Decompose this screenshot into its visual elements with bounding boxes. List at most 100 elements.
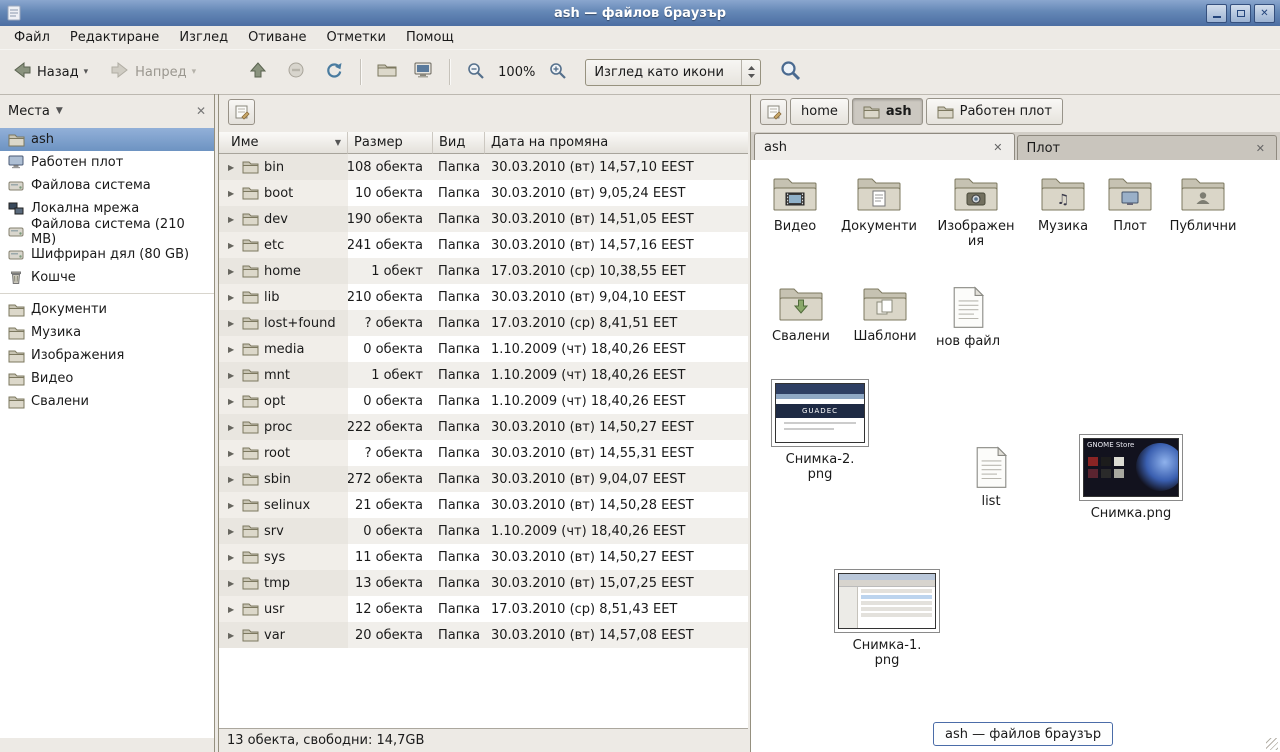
expander-icon[interactable]: ▶ (228, 475, 237, 484)
tab-Плот[interactable]: Плот✕ (1017, 135, 1278, 160)
expander-icon[interactable]: ▶ (228, 189, 237, 198)
sidebar-item[interactable]: Файлова система (0, 174, 214, 197)
stop-button[interactable] (280, 55, 312, 89)
expander-icon[interactable]: ▶ (228, 319, 237, 328)
expander-icon[interactable]: ▶ (228, 215, 237, 224)
icon-view-item[interactable]: Документи (835, 176, 923, 234)
maximize-button[interactable] (1230, 4, 1251, 23)
back-button[interactable]: Назад ▾ (6, 55, 94, 89)
expander-icon[interactable]: ▶ (228, 267, 237, 276)
icon-view[interactable]: ВидеоДокументиИзображения♫МузикаПлотПубл… (751, 160, 1280, 752)
sidebar-item[interactable]: Шифриран дял (80 GB) (0, 243, 214, 266)
icon-view-item[interactable]: GNOME StoreСнимка.png (1079, 434, 1183, 521)
tree-row[interactable]: ▶lost+found? обектаПапка17.03.2010 (ср) … (219, 310, 748, 336)
tree-row[interactable]: ▶opt0 обектаПапка1.10.2009 (чт) 18,40,26… (219, 388, 748, 414)
expander-icon[interactable]: ▶ (228, 423, 237, 432)
tree-row[interactable]: ▶root? обектаПапка30.03.2010 (вт) 14,55,… (219, 440, 748, 466)
sidebar-item[interactable]: Кошче (0, 266, 214, 289)
sidebar-item[interactable]: Изображения (0, 344, 214, 367)
tab-ash[interactable]: ash✕ (754, 133, 1015, 160)
tree-row[interactable]: ▶lib210 обектаПапка30.03.2010 (вт) 9,04,… (219, 284, 748, 310)
expander-icon[interactable]: ▶ (228, 449, 237, 458)
tree-row[interactable]: ▶mnt1 обектПапка1.10.2009 (чт) 18,40,26 … (219, 362, 748, 388)
tree-row[interactable]: ▶proc222 обектаПапка30.03.2010 (вт) 14,5… (219, 414, 748, 440)
menu-view[interactable]: Изглед (169, 28, 238, 47)
expander-icon[interactable]: ▶ (228, 163, 237, 172)
forward-button[interactable]: Напред ▾ (104, 55, 202, 89)
expander-icon[interactable]: ▶ (228, 501, 237, 510)
tab-close-icon[interactable]: ✕ (991, 141, 1004, 154)
expander-icon[interactable]: ▶ (228, 527, 237, 536)
sidebar-mode-dropdown-icon[interactable]: ▼ (56, 106, 63, 116)
expander-icon[interactable]: ▶ (228, 241, 237, 250)
column-header[interactable]: Размер (348, 132, 433, 154)
icon-view-item[interactable]: GUADECСнимка-2.png (770, 379, 870, 482)
icon-view-item[interactable]: Свалени (757, 286, 845, 344)
icon-view-item[interactable]: Снимка-1.png (834, 569, 940, 668)
up-button[interactable] (242, 55, 274, 89)
expander-icon[interactable]: ▶ (228, 293, 237, 302)
column-header[interactable]: Име▼ (219, 132, 348, 154)
breadcrumb-button[interactable]: home (790, 98, 849, 125)
tree-row[interactable]: ▶tmp13 обектаПапка30.03.2010 (вт) 15,07,… (219, 570, 748, 596)
view-mode-select[interactable]: Изглед като икони (585, 59, 761, 86)
sidebar-item[interactable]: Документи (0, 298, 214, 321)
menu-go[interactable]: Отиване (238, 28, 316, 47)
sidebar-item[interactable]: Видео (0, 367, 214, 390)
expander-icon[interactable]: ▶ (228, 371, 237, 380)
tree-row[interactable]: ▶sbin272 обектаПапка30.03.2010 (вт) 9,04… (219, 466, 748, 492)
column-header[interactable]: Дата на промяна (485, 132, 748, 154)
sidebar-item[interactable]: Работен плот (0, 151, 214, 174)
icon-view-item[interactable]: Шаблони (841, 286, 929, 344)
combo-arrows-icon[interactable] (741, 60, 760, 85)
minimize-button[interactable] (1206, 4, 1227, 23)
icon-view-item[interactable]: list (947, 446, 1035, 509)
location-toggle-button[interactable] (760, 99, 787, 125)
home-button[interactable] (371, 57, 403, 87)
tree-row[interactable]: ▶bin108 обектаПапка30.03.2010 (вт) 14,57… (219, 154, 748, 180)
tree-row[interactable]: ▶var20 обектаПапка30.03.2010 (вт) 14,57,… (219, 622, 748, 648)
expander-icon[interactable]: ▶ (228, 605, 237, 614)
tree-row[interactable]: ▶boot10 обектаПапка30.03.2010 (вт) 9,05,… (219, 180, 748, 206)
menu-help[interactable]: Помощ (396, 28, 464, 47)
sidebar-close-icon[interactable]: ✕ (196, 104, 206, 118)
breadcrumb-button[interactable]: Работен плот (926, 98, 1063, 125)
icon-view-item[interactable]: Изображения (932, 176, 1020, 249)
sidebar-item[interactable]: Файлова система (210 MB) (0, 220, 214, 243)
tree-row[interactable]: ▶media0 обектаПапка1.10.2009 (чт) 18,40,… (219, 336, 748, 362)
location-toggle-button[interactable] (228, 99, 255, 125)
expander-icon[interactable]: ▶ (228, 631, 237, 640)
sidebar-item[interactable]: Свалени (0, 390, 214, 413)
zoom-out-button[interactable] (460, 56, 491, 89)
tree-row[interactable]: ▶home1 обектПапка17.03.2010 (ср) 10,38,5… (219, 258, 748, 284)
tree-row[interactable]: ▶etc241 обектаПапка30.03.2010 (вт) 14,57… (219, 232, 748, 258)
tree-row[interactable]: ▶srv0 обектаПапка1.10.2009 (чт) 18,40,26… (219, 518, 748, 544)
menu-bookmarks[interactable]: Отметки (316, 28, 395, 47)
tree-row[interactable]: ▶dev190 обектаПапка30.03.2010 (вт) 14,51… (219, 206, 748, 232)
breadcrumb-button[interactable]: ash (852, 98, 923, 125)
tree-row[interactable]: ▶selinux21 обектаПапка30.03.2010 (вт) 14… (219, 492, 748, 518)
column-header[interactable]: Вид (433, 132, 485, 154)
close-button[interactable]: ✕ (1254, 4, 1275, 23)
search-button[interactable] (775, 55, 806, 90)
resize-grip[interactable] (1266, 738, 1278, 750)
tree-row[interactable]: ▶usr12 обектаПапка17.03.2010 (ср) 8,51,4… (219, 596, 748, 622)
sidebar-item[interactable]: Музика (0, 321, 214, 344)
zoom-in-button[interactable] (542, 56, 573, 89)
expander-icon[interactable]: ▶ (228, 345, 237, 354)
icon-view-item[interactable]: Видео (751, 176, 839, 234)
icon-view-item[interactable]: Публични (1159, 176, 1247, 234)
menu-file[interactable]: Файл (4, 28, 60, 47)
back-history-icon[interactable]: ▾ (84, 67, 89, 77)
reload-button[interactable] (318, 55, 350, 89)
sidebar-item[interactable]: ash (0, 128, 214, 151)
expander-icon[interactable]: ▶ (228, 553, 237, 562)
tab-close-icon[interactable]: ✕ (1254, 142, 1267, 155)
icon-view-item[interactable]: нов файл (924, 286, 1012, 349)
computer-button[interactable] (407, 56, 439, 89)
menu-edit[interactable]: Редактиране (60, 28, 169, 47)
expander-icon[interactable]: ▶ (228, 397, 237, 406)
titlebar[interactable]: ash — файлов браузър ✕ (0, 0, 1280, 26)
expander-icon[interactable]: ▶ (228, 579, 237, 588)
tree-row[interactable]: ▶sys11 обектаПапка30.03.2010 (вт) 14,50,… (219, 544, 748, 570)
